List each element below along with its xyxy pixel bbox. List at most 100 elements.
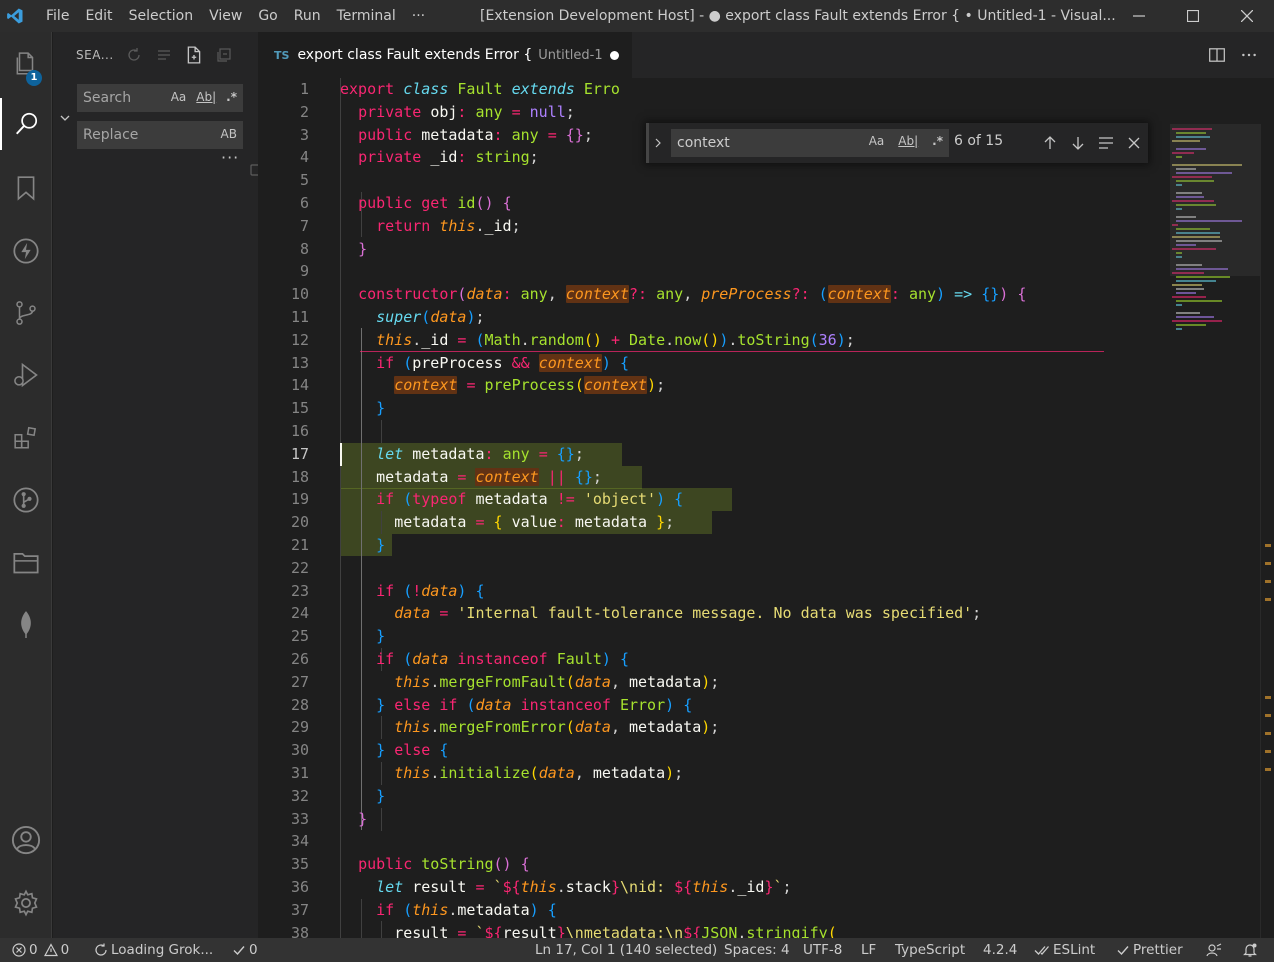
previous-match-button[interactable] — [1041, 133, 1059, 153]
tab-untitled-1[interactable]: TS export class Fault extends Error { Un… — [258, 32, 632, 78]
find-match-case-toggle[interactable]: Aa — [869, 134, 885, 148]
project-manager-button[interactable] — [0, 536, 52, 588]
chevron-down-icon — [60, 115, 70, 121]
activity-bar: 1 — [0, 32, 52, 938]
feedback-button[interactable] — [1206, 938, 1225, 962]
sync-icon — [95, 943, 107, 956]
menu-file[interactable]: File — [38, 0, 77, 32]
cursor-position-status[interactable]: Ln 17, Col 1 (140 selected) — [535, 938, 717, 962]
line-number: 7 — [299, 216, 309, 235]
explorer-button[interactable]: 1 — [0, 38, 52, 90]
line-number: 30 — [290, 741, 309, 760]
notifications-button[interactable] — [1242, 938, 1261, 962]
encoding-status[interactable]: UTF-8 — [803, 938, 842, 962]
extensions-button[interactable] — [0, 412, 52, 464]
prettier-status[interactable]: Prettier — [1116, 938, 1183, 962]
menu-terminal[interactable]: Terminal — [329, 0, 404, 32]
line-number: 26 — [290, 650, 309, 668]
line-number: 6 — [299, 194, 309, 212]
more-actions-button[interactable] — [1240, 46, 1258, 68]
run-debug-button[interactable] — [0, 349, 52, 401]
manage-button[interactable] — [0, 877, 52, 929]
toggle-replace-mode-button[interactable] — [651, 132, 665, 154]
minimap-line — [1176, 324, 1206, 326]
refresh-icon — [128, 48, 140, 61]
whole-word-toggle[interactable]: Ab| — [196, 90, 216, 104]
indent-guide — [381, 420, 382, 443]
menu-selection[interactable]: Selection — [121, 0, 202, 32]
source-control-button[interactable] — [0, 287, 52, 339]
git-graph-button[interactable] — [0, 474, 52, 526]
find-in-selection-button[interactable] — [1097, 133, 1115, 153]
indent-guide — [381, 808, 382, 831]
next-match-button[interactable] — [1069, 133, 1087, 153]
unsaved-dot-icon[interactable] — [610, 51, 619, 60]
lightning-icon — [13, 238, 39, 264]
find-whole-word-toggle[interactable]: Ab| — [898, 134, 918, 148]
line-number: 17 — [290, 444, 309, 463]
match-case-toggle[interactable]: Aa — [171, 90, 187, 104]
split-editor-button[interactable] — [1208, 46, 1226, 68]
find-regex-toggle[interactable]: .* — [932, 134, 943, 148]
replace-input[interactable] — [78, 127, 168, 143]
minimize-icon — [1133, 15, 1145, 17]
toggle-search-details-button[interactable]: ··· — [221, 148, 239, 167]
lightning-button[interactable] — [0, 225, 52, 277]
menu-run[interactable]: Run — [286, 0, 329, 32]
minimap-viewport[interactable] — [1170, 124, 1260, 276]
scroll-match-marker — [1265, 562, 1271, 565]
new-search-editor-button[interactable] — [185, 46, 203, 64]
refresh-button[interactable] — [125, 46, 143, 64]
line-number: 36 — [290, 878, 309, 896]
minimap-line — [1176, 292, 1196, 294]
code-editor[interactable]: 1 2 3 4 5 6 7 8 9 10 11 12 13 14 15 16 17 18 19 20 21 22 23 24 2… — [258, 78, 1274, 938]
regex-toggle[interactable]: .* — [226, 90, 237, 104]
line-number: 20 — [290, 513, 309, 532]
menu-more[interactable]: ··· — [404, 0, 433, 32]
search-icon — [15, 112, 38, 135]
menu-bar: File Edit Selection View Go Run Terminal… — [38, 0, 433, 32]
grok-status[interactable]: Loading Grok... — [94, 938, 213, 962]
line-number: 8 — [299, 239, 309, 258]
bookmarks-button[interactable] — [0, 162, 52, 214]
mongodb-button[interactable] — [0, 598, 52, 650]
clear-all-icon — [158, 50, 170, 60]
maximize-button[interactable] — [1166, 0, 1220, 32]
line-number: 16 — [290, 422, 309, 440]
find-input[interactable] — [671, 135, 861, 151]
vertical-scrollbar[interactable] — [1260, 124, 1274, 938]
eslint-label: ESLint — [1053, 942, 1096, 958]
close-window-button[interactable] — [1220, 0, 1274, 32]
eslint-status[interactable]: ESLint — [1034, 938, 1095, 962]
line-number: 5 — [299, 171, 309, 190]
menu-view[interactable]: View — [201, 0, 250, 32]
line-number: 38 — [290, 923, 309, 938]
minimize-button[interactable] — [1112, 0, 1166, 32]
line-number: 34 — [290, 832, 309, 851]
accounts-button[interactable] — [0, 814, 52, 866]
search-input[interactable] — [78, 90, 168, 106]
line-number: 29 — [290, 718, 309, 737]
checks-status[interactable]: 0 — [232, 938, 258, 962]
check-icon — [1117, 946, 1129, 956]
toggle-replace-button[interactable] — [57, 110, 73, 126]
menu-edit[interactable]: Edit — [77, 0, 120, 32]
title-bar: File Edit Selection View Go Run Terminal… — [0, 0, 1274, 32]
code-lines[interactable]: export class Fault extends Erro private … — [340, 78, 1170, 938]
chevron-right-icon — [655, 138, 661, 148]
line-number: 2 — [299, 102, 309, 121]
eol-status[interactable]: LF — [861, 938, 876, 962]
problems-status[interactable]: 0 0 — [12, 938, 69, 962]
preserve-case-toggle[interactable]: AB — [221, 127, 237, 141]
clear-results-button[interactable] — [155, 46, 173, 64]
menu-go[interactable]: Go — [250, 0, 285, 32]
line-number: 4 — [299, 148, 309, 167]
replace-field: AB — [77, 121, 243, 149]
ts-version-status[interactable]: 4.2.4 — [983, 938, 1017, 962]
language-mode-status[interactable]: TypeScript — [895, 938, 965, 962]
collapse-all-button[interactable] — [215, 46, 233, 64]
close-find-button[interactable] — [1125, 133, 1143, 153]
indentation-status[interactable]: Spaces: 4 — [724, 938, 790, 962]
minimap[interactable] — [1170, 124, 1260, 938]
search-button[interactable] — [0, 98, 52, 150]
